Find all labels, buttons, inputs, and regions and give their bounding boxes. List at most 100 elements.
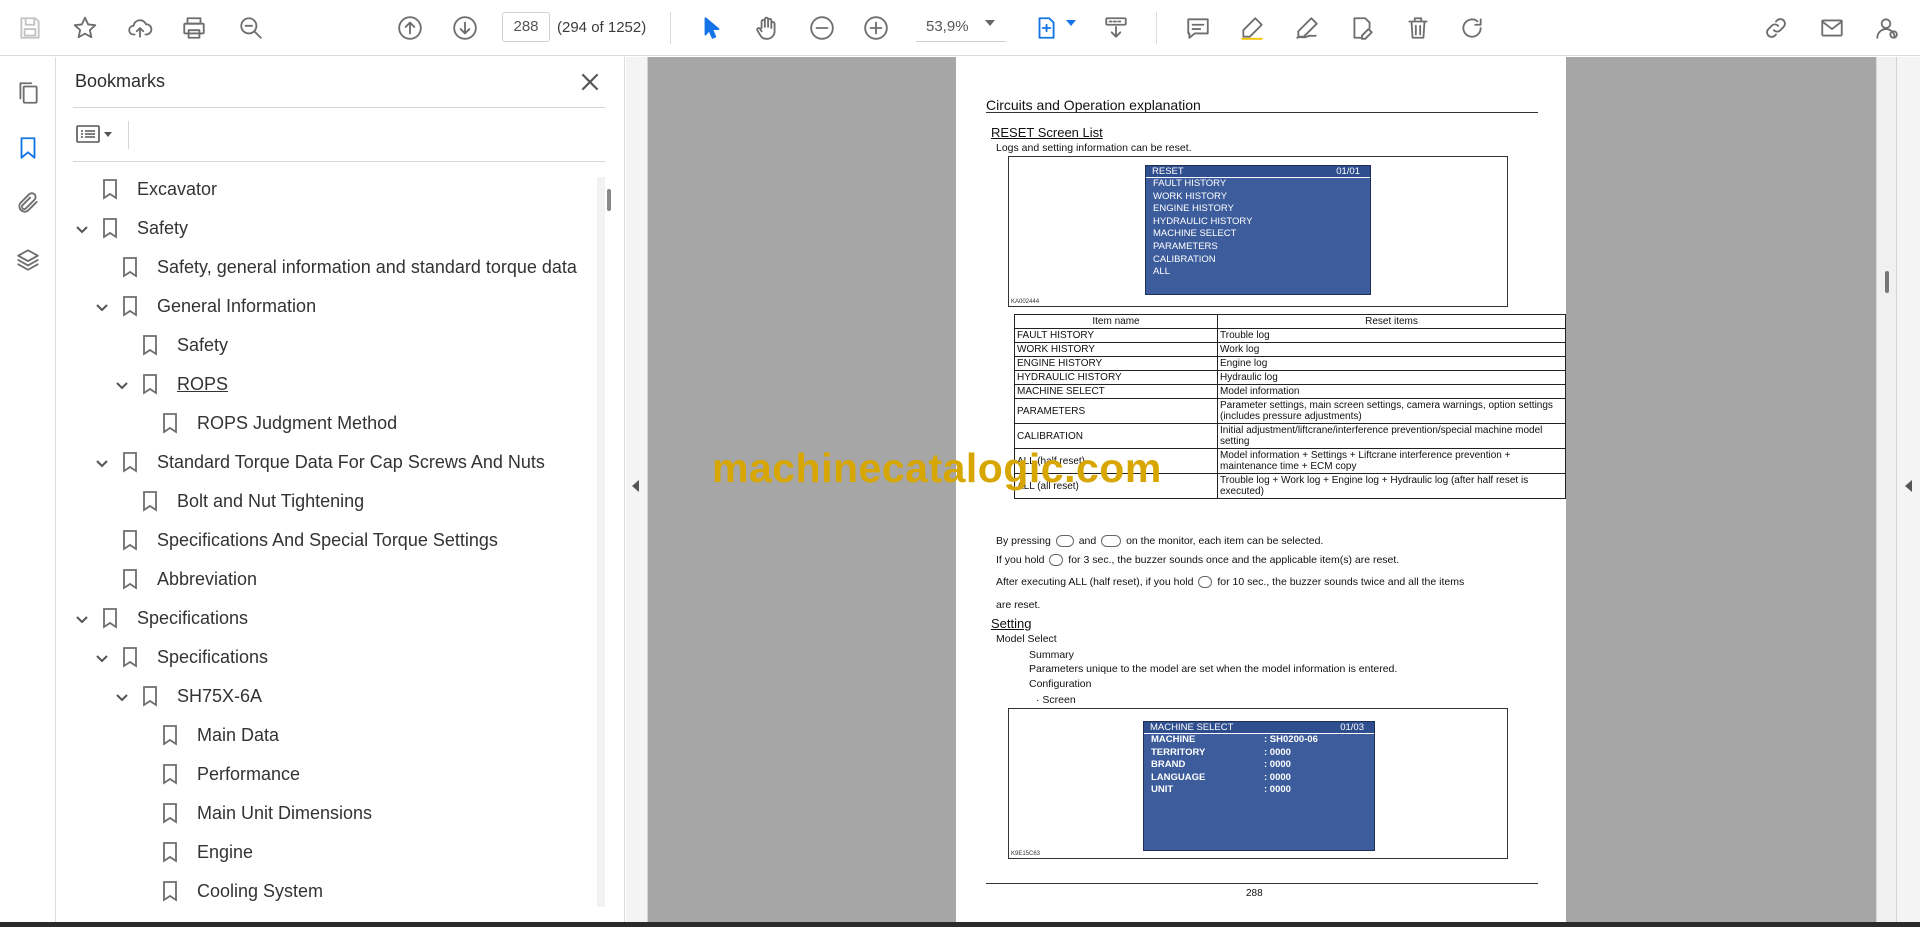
chevron-down-icon[interactable] <box>115 689 129 703</box>
machine-select-monitor-screen: MACHINE SELECT 01/03 MACHINE: SH0200-06 T… <box>1143 721 1375 851</box>
bookmark-icon <box>121 451 139 473</box>
draw-pen-icon[interactable] <box>1289 10 1325 46</box>
bookmark-item[interactable]: SH75X-6A <box>57 678 587 714</box>
close-icon[interactable] <box>577 69 603 95</box>
table-cell-reset-items: Work log <box>1217 342 1566 357</box>
next-page-button[interactable] <box>447 10 483 46</box>
bookmark-item[interactable]: Safety, general information and standard… <box>57 249 587 285</box>
table-cell-item-name: HYDRAULIC HISTORY <box>1014 370 1218 385</box>
delete-trash-icon[interactable] <box>1400 10 1436 46</box>
document-scrollbar-thumb[interactable] <box>1885 271 1889 293</box>
scroll-mode-icon[interactable] <box>1098 10 1134 46</box>
expand-right-panel-arrow-icon[interactable] <box>1905 480 1912 492</box>
bookmark-item[interactable]: Safety <box>57 327 587 363</box>
fit-page-icon[interactable] <box>1028 10 1064 46</box>
chevron-down-icon[interactable] <box>115 377 129 391</box>
bookmark-label: ROPS Judgment Method <box>197 412 398 433</box>
configuration-heading: Configuration <box>1029 678 1092 690</box>
bookmark-label: Main Unit Dimensions <box>197 802 373 823</box>
attachments-paperclip-icon[interactable] <box>12 187 44 219</box>
page-footer-number: 288 <box>1246 888 1263 899</box>
zoom-level-select[interactable]: 53,9% <box>916 12 1006 42</box>
bookmark-item[interactable]: Main Data <box>57 717 587 753</box>
monitor-row-list: MACHINE: SH0200-06 TERRITORY: 0000 BRAND: … <box>1144 734 1374 797</box>
table-row: FAULT HISTORY Trouble log <box>1014 328 1566 343</box>
chevron-down-icon[interactable] <box>95 650 109 664</box>
bookmark-label: Specifications And Special Torque Settin… <box>157 529 498 550</box>
print-icon[interactable] <box>176 10 212 46</box>
bookmark-label: Specifications <box>157 646 269 667</box>
monitor-setting-row: UNIT: 0000 <box>1144 784 1374 797</box>
table-row: PARAMETERS Parameter settings, main scree… <box>1014 398 1566 424</box>
fit-dropdown-chevron-icon[interactable] <box>1066 20 1076 26</box>
chevron-down-icon[interactable] <box>75 611 89 625</box>
bookmark-icon <box>121 568 139 590</box>
figure-id: K9E15C63 <box>1011 851 1041 857</box>
highlight-pen-icon[interactable] <box>1234 10 1270 46</box>
table-cell-item-name: MACHINE SELECT <box>1014 384 1218 399</box>
right-panel-handle[interactable] <box>1896 57 1920 922</box>
panel-collapse-handle[interactable] <box>626 57 648 922</box>
monitor-setting-row: LANGUAGE: 0000 <box>1144 772 1374 785</box>
edit-document-icon[interactable] <box>1344 10 1380 46</box>
bookmark-item[interactable]: Bolt and Nut Tightening <box>57 483 587 519</box>
bookmark-item[interactable]: Specifications <box>57 600 587 636</box>
page-header: Circuits and Operation explanation <box>986 97 1201 113</box>
document-scrollbar[interactable] <box>1876 57 1896 922</box>
list-options-icon <box>76 125 100 143</box>
bookmark-item[interactable]: Abbreviation <box>57 561 587 597</box>
toolbar-divider <box>670 12 671 44</box>
bookmark-item[interactable]: General Information <box>57 288 587 324</box>
chevron-down-icon[interactable] <box>95 455 109 469</box>
page-thumbnails-icon[interactable] <box>12 77 44 109</box>
bookmark-item[interactable]: Performance <box>57 756 587 792</box>
setting-value: : 0000 <box>1264 759 1291 771</box>
bookmark-item[interactable]: Main Unit Dimensions <box>57 795 587 831</box>
save-icon[interactable] <box>12 10 48 46</box>
table-cell-reset-items: Trouble log <box>1217 328 1566 343</box>
divider <box>128 121 129 149</box>
bookmark-item[interactable]: Standard Torque Data For Cap Screws And … <box>57 444 587 480</box>
upload-cloud-icon[interactable] <box>122 10 158 46</box>
chevron-down-icon[interactable] <box>95 299 109 313</box>
bookmark-icon <box>141 490 159 512</box>
bookmark-scrollbar[interactable] <box>597 177 605 907</box>
bookmark-item[interactable]: Specifications And Special Torque Settin… <box>57 522 587 558</box>
chevron-down-icon[interactable] <box>104 131 112 137</box>
star-icon[interactable] <box>67 10 103 46</box>
bookmark-icon <box>141 334 159 356</box>
hand-tool-icon[interactable] <box>749 10 785 46</box>
select-cursor-icon[interactable] <box>694 10 730 46</box>
monitor-setting-row: BRAND: 0000 <box>1144 759 1374 772</box>
table-cell-item-name: WORK HISTORY <box>1014 342 1218 357</box>
bookmark-item[interactable]: Engine <box>57 834 587 870</box>
zoom-dropdown-chevron-icon[interactable] <box>985 20 995 26</box>
machine-select-figure: MACHINE SELECT 01/03 MACHINE: SH0200-06 T… <box>1008 708 1508 859</box>
zoom-in-button[interactable] <box>858 10 894 46</box>
chevron-down-icon[interactable] <box>75 221 89 235</box>
page-number-input[interactable]: 288 <box>502 12 550 42</box>
bookmark-item[interactable]: Excavator <box>57 171 587 207</box>
monitor-page: 01/03 <box>1340 722 1364 733</box>
table-row: HYDRAULIC HISTORY Hydraulic log <box>1014 370 1566 385</box>
email-envelope-icon[interactable] <box>1814 10 1850 46</box>
find-zoom-icon[interactable] <box>233 10 269 46</box>
bookmark-options-button[interactable] <box>75 119 119 149</box>
bookmarks-icon[interactable] <box>12 132 44 164</box>
bookmark-item[interactable]: Specifications <box>57 639 587 675</box>
bookmark-item[interactable]: Safety <box>57 210 587 246</box>
bookmark-item[interactable]: Cooling System <box>57 873 587 909</box>
bookmark-item[interactable]: ROPS <box>57 366 587 402</box>
share-link-icon[interactable] <box>1758 10 1794 46</box>
bookmark-scrollbar-thumb[interactable] <box>607 189 611 211</box>
account-user-icon[interactable] <box>1868 10 1904 46</box>
ok-key-icon <box>1049 554 1064 567</box>
bookmark-label: Engine <box>197 841 254 862</box>
collapse-left-arrow-icon[interactable] <box>632 480 639 492</box>
redo-rotate-icon[interactable] <box>1454 10 1490 46</box>
bookmark-item[interactable]: ROPS Judgment Method <box>57 405 587 441</box>
layers-icon[interactable] <box>12 244 44 276</box>
comment-icon[interactable] <box>1180 10 1216 46</box>
zoom-out-button[interactable] <box>804 10 840 46</box>
previous-page-button[interactable] <box>392 10 428 46</box>
